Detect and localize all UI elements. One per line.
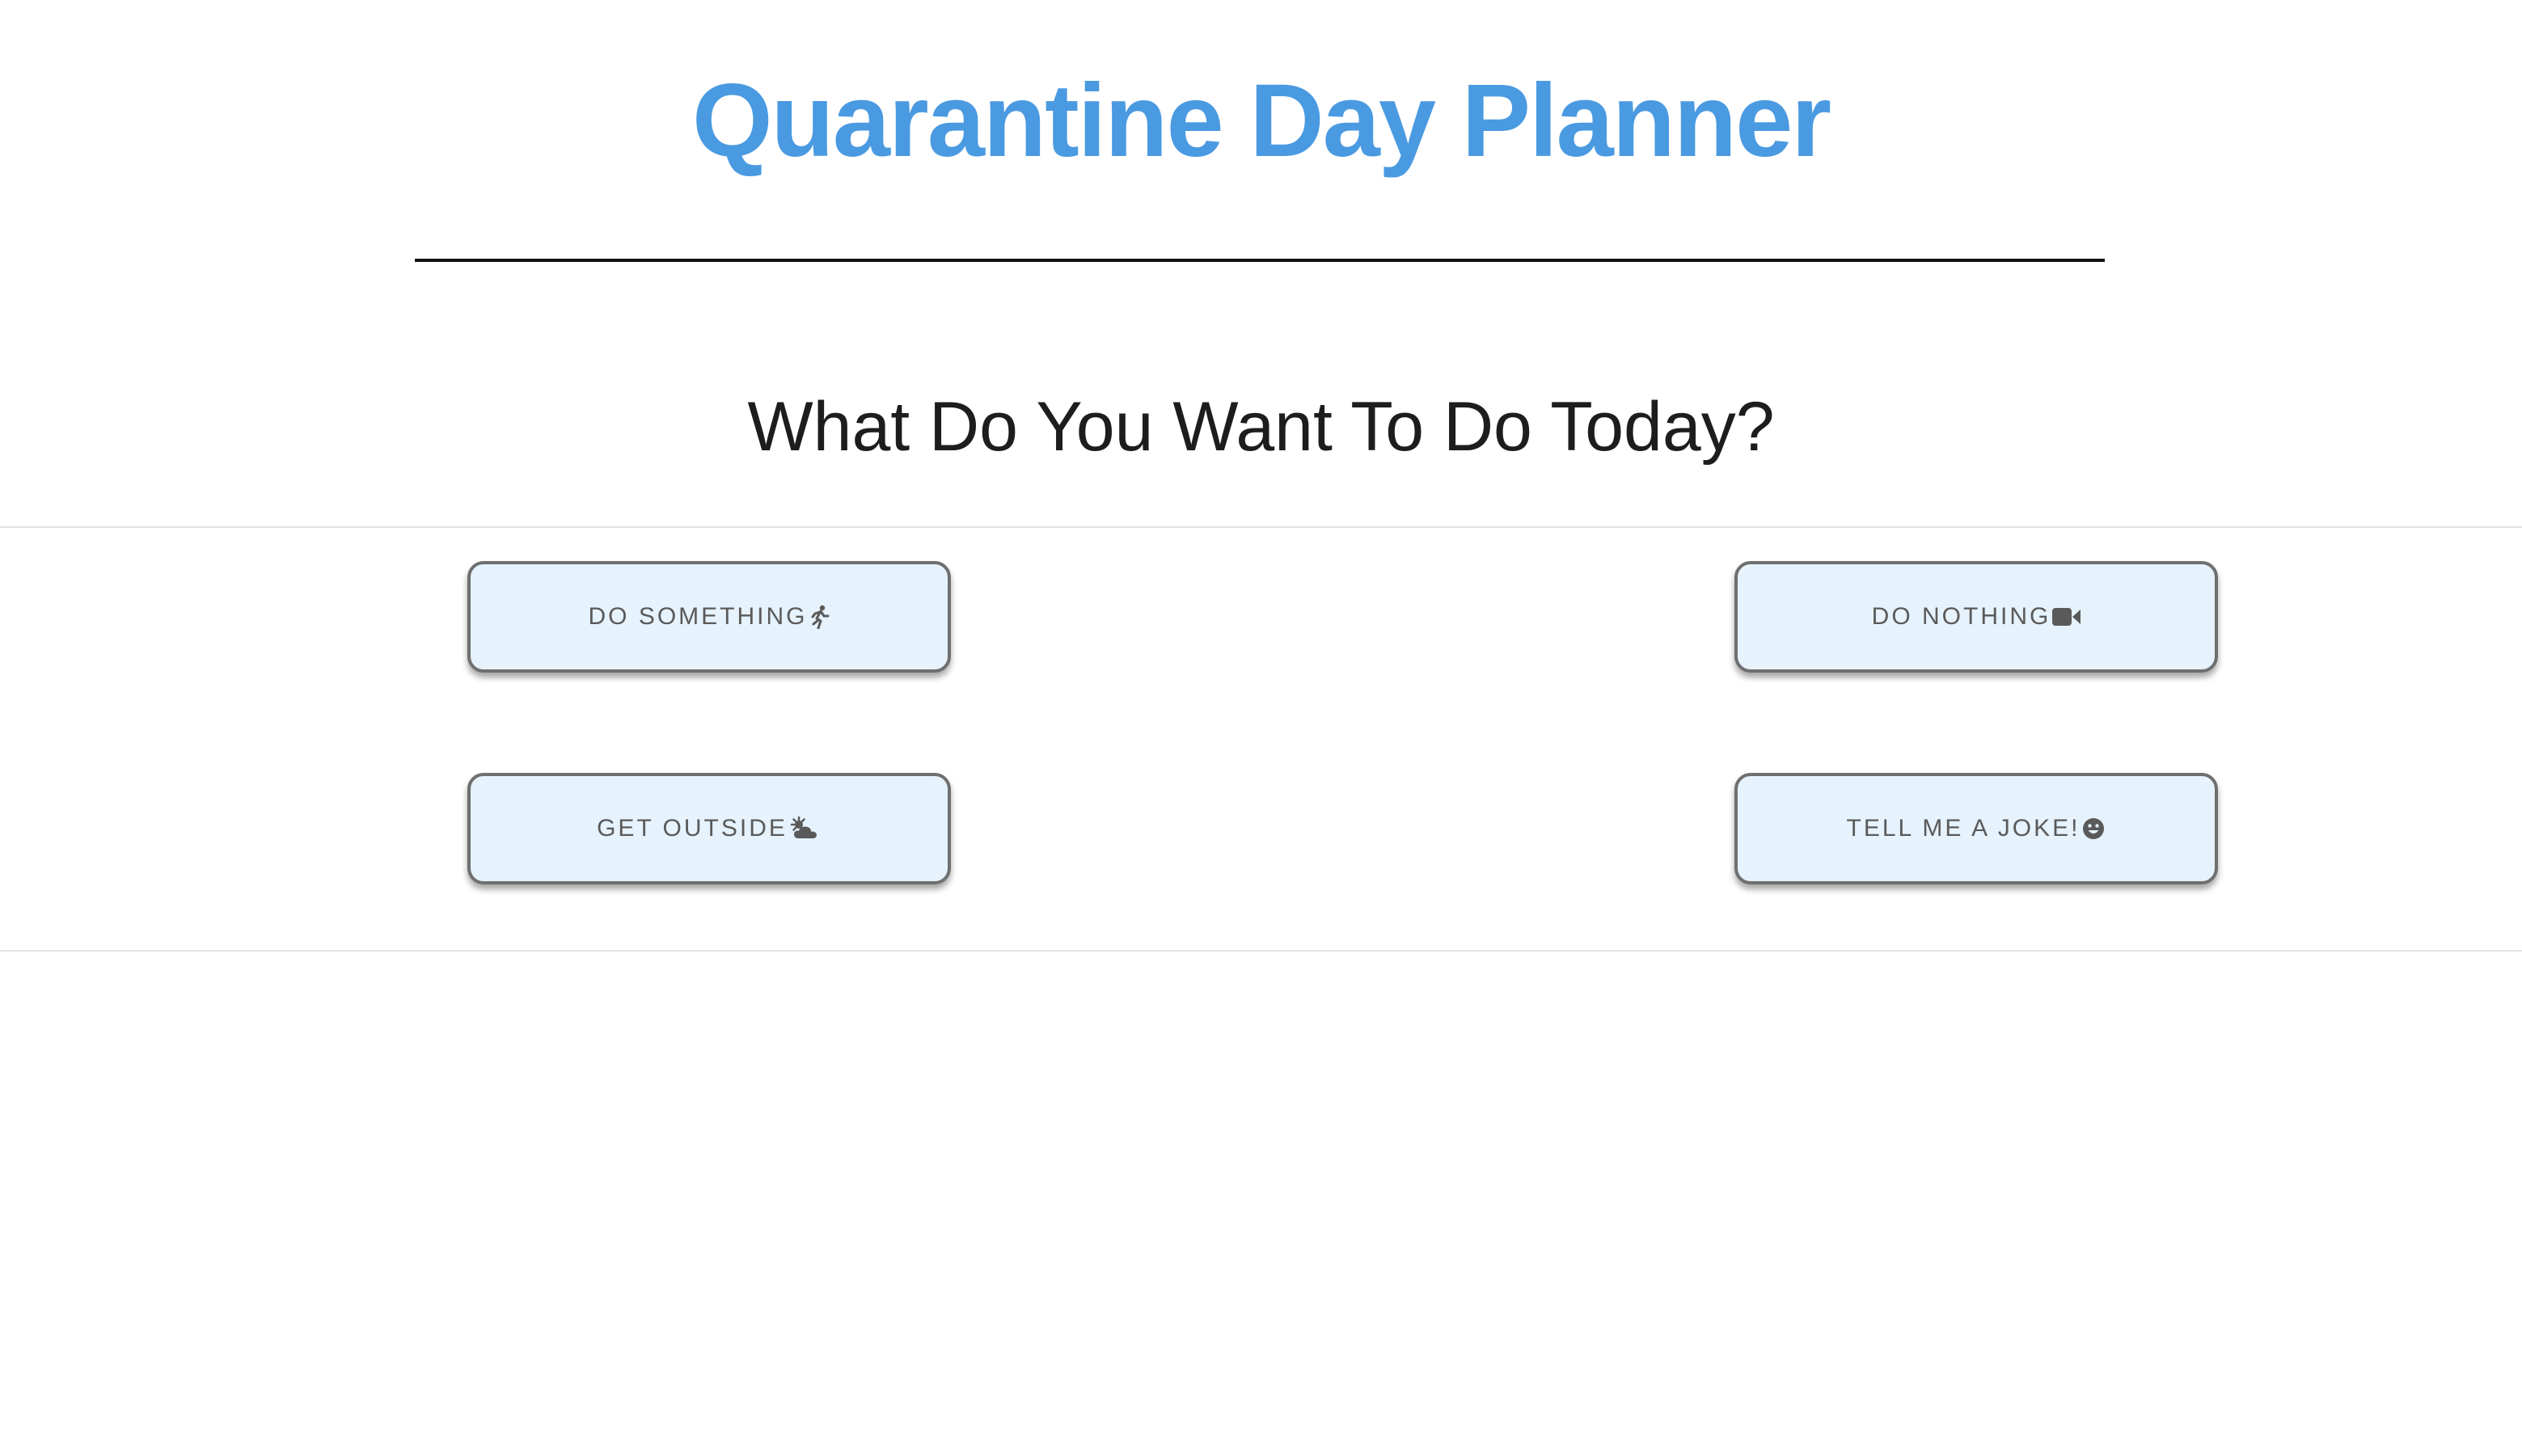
smiling-face-icon (2081, 817, 2106, 841)
tell-joke-label: TELL ME A JOKE! (1846, 815, 2081, 842)
get-outside-button[interactable]: GET OUTSIDE (467, 773, 951, 884)
do-something-label: DO SOMETHING (588, 603, 808, 630)
tell-joke-button[interactable]: TELL ME A JOKE! (1734, 773, 2218, 884)
running-person-icon (809, 605, 830, 629)
do-nothing-button[interactable]: DO NOTHING (1734, 561, 2218, 673)
video-camera-icon (2052, 608, 2081, 626)
do-nothing-label: DO NOTHING (1871, 603, 2051, 630)
get-outside-label: GET OUTSIDE (597, 815, 788, 842)
do-something-button[interactable]: DO SOMETHING (467, 561, 951, 673)
sun-behind-cloud-icon (789, 817, 822, 841)
page-title: Quarantine Day Planner (691, 63, 1831, 179)
page-subtitle: What Do You Want To Do Today? (747, 388, 1775, 466)
title-divider (415, 259, 2105, 262)
